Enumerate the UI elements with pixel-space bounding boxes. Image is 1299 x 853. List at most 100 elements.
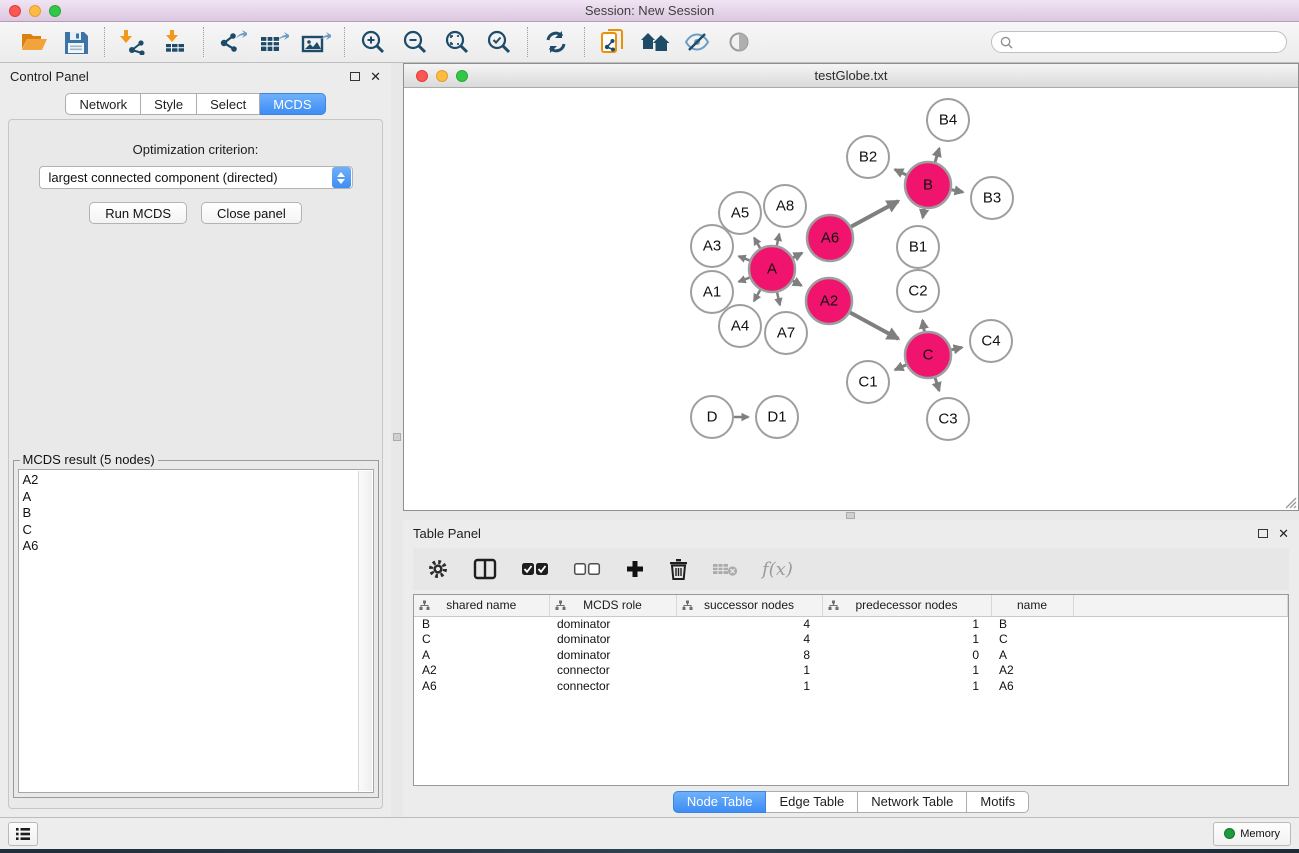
cell-name[interactable]: A2 [991, 663, 1073, 679]
cell-empty[interactable] [1073, 632, 1288, 648]
edge-A6-B[interactable] [851, 201, 898, 227]
edge-A-A4[interactable] [754, 290, 760, 301]
table-row[interactable]: Cdominator41C [414, 632, 1288, 648]
table-tab-node-table[interactable]: Node Table [673, 791, 767, 813]
column-header-predecessor-nodes[interactable]: predecessor nodes [822, 595, 991, 616]
result-item[interactable]: A2 [23, 472, 357, 489]
edge-A-A1[interactable] [739, 278, 750, 282]
cell-shared_name[interactable]: C [414, 632, 549, 648]
graph-node-A5[interactable]: A5 [719, 192, 761, 234]
edge-B-B4[interactable] [935, 148, 939, 162]
vertical-splitter[interactable] [391, 63, 403, 817]
cell-name[interactable]: A [991, 647, 1073, 663]
delete-icon[interactable] [669, 558, 688, 580]
network-window-titlebar[interactable]: testGlobe.txt [404, 64, 1298, 88]
graph-node-D[interactable]: D [691, 396, 733, 438]
edge-B-B2[interactable] [895, 170, 906, 175]
edge-A-A6[interactable] [793, 253, 802, 258]
table-row[interactable]: Bdominator41B [414, 616, 1288, 632]
cell-mcds_role[interactable]: dominator [549, 616, 676, 632]
edge-A-A8[interactable] [777, 234, 779, 246]
table-tab-edge-table[interactable]: Edge Table [766, 791, 858, 813]
zoom-out-icon[interactable] [397, 26, 433, 58]
table-row[interactable]: A2connector11A2 [414, 663, 1288, 679]
tab-select[interactable]: Select [197, 93, 260, 115]
horizontal-splitter[interactable] [403, 511, 1299, 520]
home-icon[interactable] [637, 26, 673, 58]
add-icon[interactable] [625, 559, 645, 579]
column-header-name[interactable]: name [991, 595, 1073, 616]
zoom-fit-icon[interactable] [439, 26, 475, 58]
search-input[interactable] [1018, 35, 1278, 49]
tab-style[interactable]: Style [141, 93, 197, 115]
cell-predecessor_nodes[interactable]: 1 [822, 663, 991, 679]
result-item[interactable]: A [23, 489, 357, 506]
result-item[interactable]: B [23, 505, 357, 522]
search-field[interactable] [991, 31, 1287, 53]
graph-node-B2[interactable]: B2 [847, 136, 889, 178]
graph-node-A4[interactable]: A4 [719, 305, 761, 347]
edge-A-A2[interactable] [793, 281, 802, 286]
splitter-grip[interactable] [846, 512, 855, 519]
task-history-button[interactable] [8, 822, 38, 846]
save-session-icon[interactable] [58, 26, 94, 58]
hide-icon[interactable] [679, 26, 715, 58]
table-tab-motifs[interactable]: Motifs [967, 791, 1029, 813]
cell-successor_nodes[interactable]: 1 [676, 663, 822, 679]
graph-node-B3[interactable]: B3 [971, 177, 1013, 219]
graph-node-A8[interactable]: A8 [764, 185, 806, 227]
cell-mcds_role[interactable]: dominator [549, 647, 676, 663]
cell-successor_nodes[interactable]: 8 [676, 647, 822, 663]
network-canvas[interactable]: B4B2BB3A8A5A6A3B1AA1C2A2A4A7C4CC1C3DD1 [404, 88, 1298, 510]
edge-A2-C[interactable] [850, 312, 898, 338]
cell-mcds_role[interactable]: connector [549, 678, 676, 694]
cell-name[interactable]: C [991, 632, 1073, 648]
table-row[interactable]: Adominator80A [414, 647, 1288, 663]
edge-A-A7[interactable] [777, 292, 780, 305]
open-session-icon[interactable] [16, 26, 52, 58]
zoom-selected-icon[interactable] [481, 26, 517, 58]
copy-network-icon[interactable] [595, 26, 631, 58]
graph-node-C[interactable]: C [905, 332, 951, 378]
result-scrollbar[interactable] [358, 471, 372, 791]
graph-node-C1[interactable]: C1 [847, 361, 889, 403]
export-network-icon[interactable] [214, 26, 250, 58]
criterion-select[interactable]: largest connected component (directed) [39, 166, 353, 189]
graph-node-C2[interactable]: C2 [897, 270, 939, 312]
close-panel-button[interactable]: Close panel [201, 202, 302, 224]
run-mcds-button[interactable]: Run MCDS [89, 202, 187, 224]
graph-node-A2[interactable]: A2 [806, 278, 852, 324]
cell-successor_nodes[interactable]: 1 [676, 678, 822, 694]
edge-A-A3[interactable] [739, 256, 750, 260]
graph-node-A[interactable]: A [749, 246, 795, 292]
cell-successor_nodes[interactable]: 4 [676, 616, 822, 632]
close-table-panel-icon[interactable]: ✕ [1278, 527, 1289, 540]
column-header-successor-nodes[interactable]: successor nodes [676, 595, 822, 616]
deselect-all-icon[interactable] [573, 562, 601, 576]
edge-C-C4[interactable] [951, 347, 962, 349]
float-panel-icon[interactable] [350, 72, 360, 81]
cell-shared_name[interactable]: B [414, 616, 549, 632]
show-icon[interactable] [721, 26, 757, 58]
cell-predecessor_nodes[interactable]: 1 [822, 632, 991, 648]
edge-C-C3[interactable] [935, 378, 939, 391]
cell-predecessor_nodes[interactable]: 1 [822, 678, 991, 694]
cell-name[interactable]: B [991, 616, 1073, 632]
graph-node-A3[interactable]: A3 [691, 225, 733, 267]
table-tab-network-table[interactable]: Network Table [858, 791, 967, 813]
float-table-panel-icon[interactable] [1258, 529, 1268, 538]
cell-mcds_role[interactable]: dominator [549, 632, 676, 648]
table-row[interactable]: A6connector11A6 [414, 678, 1288, 694]
column-header-shared-name[interactable]: shared name [414, 595, 549, 616]
edge-B-B3[interactable] [952, 190, 963, 192]
cell-successor_nodes[interactable]: 4 [676, 632, 822, 648]
cell-shared_name[interactable]: A2 [414, 663, 549, 679]
graph-node-C4[interactable]: C4 [970, 320, 1012, 362]
edge-A-A5[interactable] [754, 238, 760, 248]
select-all-icon[interactable] [521, 562, 549, 576]
tab-mcds[interactable]: MCDS [260, 93, 325, 115]
graph-node-C3[interactable]: C3 [927, 398, 969, 440]
cell-name[interactable]: A6 [991, 678, 1073, 694]
edge-B-B1[interactable] [923, 209, 924, 218]
cell-empty[interactable] [1073, 663, 1288, 679]
